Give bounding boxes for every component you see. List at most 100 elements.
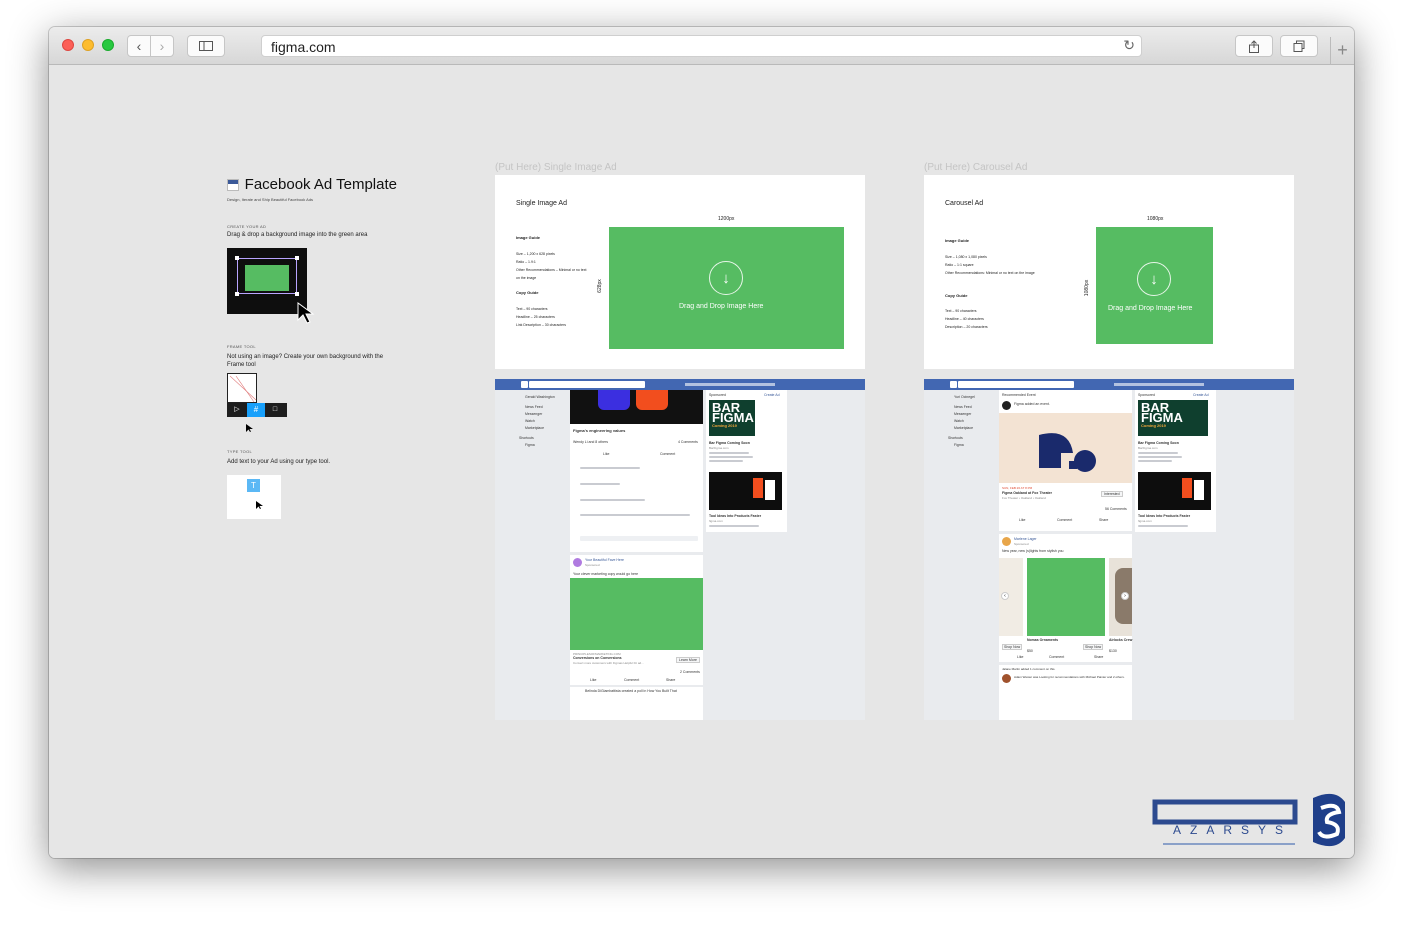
carousel-ad-title: Carousel Ad <box>945 200 984 207</box>
sidebar-item[interactable]: Watch <box>525 419 535 423</box>
move-tool-icon[interactable]: ▷ <box>227 403 247 417</box>
carousel-item-title[interactable]: Airlocks Crew <box>1109 638 1132 642</box>
shop-now-button[interactable]: Shop Now <box>1002 644 1023 650</box>
like-button[interactable]: Like <box>590 678 596 682</box>
share-button[interactable]: Share <box>1094 655 1103 659</box>
create-ad-link[interactable]: Create Ad <box>764 393 780 397</box>
back-button[interactable]: ‹ <box>127 35 151 57</box>
single-frame-label[interactable]: (Put Here) Single Image Ad <box>495 162 617 173</box>
sidebar-toggle-button[interactable] <box>187 35 225 57</box>
figma-canvas[interactable]: Facebook Ad Template Design, Iterate and… <box>49 66 1354 858</box>
carousel-drop-zone[interactable]: ↓ Drag and Drop Image Here <box>1096 227 1213 344</box>
shape-tool-icon[interactable]: □ <box>265 403 285 417</box>
address-bar[interactable]: figma.com ↻ <box>261 35 1142 57</box>
create-ad-link[interactable]: Create Ad <box>1193 393 1209 397</box>
single-copy-line: Link Description – 30 characters <box>516 323 566 327</box>
shop-now-button[interactable]: Shop Now <box>1083 644 1104 650</box>
post-comments-count[interactable]: 4 Comments <box>678 440 698 444</box>
sidebar-item[interactable]: Marketplace <box>525 426 544 430</box>
sidebar-item[interactable]: News Feed <box>954 405 972 409</box>
ad-page-name[interactable]: Marlene Lager <box>1014 537 1037 541</box>
carousel-prev-button[interactable]: ‹ <box>1001 592 1009 600</box>
forward-button[interactable]: › <box>150 35 174 57</box>
facebook-search-input[interactable] <box>958 381 1074 388</box>
carousel-next-button[interactable]: › <box>1121 592 1129 600</box>
tool-ad-domain: figma.com <box>1138 519 1152 523</box>
sidebar-item[interactable]: Gerald Washington <box>525 395 555 399</box>
ad-headline[interactable]: Conversions on Conversions <box>573 656 622 660</box>
like-button[interactable]: Like <box>1017 655 1023 659</box>
bar-figma-ad-image[interactable]: BAR FIGMA Coming 2019 <box>709 400 755 436</box>
share-icon <box>1249 39 1259 53</box>
single-ad-spec-card[interactable]: Single Image Ad 1200px 628px Image Guide… <box>495 175 865 369</box>
learn-more-button[interactable]: Learn More <box>676 657 700 663</box>
comment-button[interactable]: Comment <box>1049 655 1064 659</box>
figma-tool-ad-image[interactable] <box>709 472 782 510</box>
single-height-label: 628px <box>596 279 603 293</box>
tool-ad-title[interactable]: Tool Ideas Into Products Faster <box>1138 514 1190 518</box>
ad-image-placeholder[interactable] <box>570 578 703 650</box>
carousel-ad-spec-card[interactable]: Carousel Ad 1080px 1080px Image Guide Si… <box>924 175 1294 369</box>
bar-figma-ad-image[interactable]: BAR FIGMA Coming 2019 <box>1138 400 1208 436</box>
frame-tool-icon[interactable]: # <box>247 403 265 417</box>
carousel-height-label: 1080px <box>1084 279 1091 297</box>
sidebar-icon <box>199 41 213 51</box>
ad-page-name[interactable]: Your Beautiful Fave Here <box>585 558 624 562</box>
post-title[interactable]: Figma's engineering values <box>573 428 625 433</box>
event-comments-count[interactable]: 56 Comments <box>1105 507 1127 511</box>
single-drop-zone[interactable]: ↓ Drag and Drop Image Here <box>609 227 844 349</box>
bar-ad-title[interactable]: Bar Figma Coming Soon <box>709 441 750 445</box>
event-image[interactable] <box>999 413 1132 483</box>
like-button[interactable]: Like <box>603 452 609 456</box>
sidebar-item[interactable]: News Feed <box>525 405 543 409</box>
carousel-copy-title: Copy Guide <box>945 293 968 298</box>
reload-icon[interactable]: ↻ <box>1123 37 1135 54</box>
share-button[interactable] <box>1235 35 1273 57</box>
figma-tool-ad-image[interactable] <box>1138 472 1211 510</box>
cursor-icon <box>246 424 253 432</box>
sidebar-item[interactable]: Messenger <box>954 412 971 416</box>
event-title[interactable]: Figma Oakland at Fox Theater <box>1002 491 1052 495</box>
post-reactions[interactable]: Wendy Li and 8 others <box>573 440 608 444</box>
minimize-window-button[interactable] <box>82 39 94 51</box>
new-tab-button[interactable]: + <box>1330 37 1354 65</box>
cursor-icon <box>256 501 263 509</box>
bar-ad-title[interactable]: Bar Figma Coming Soon <box>1138 441 1179 445</box>
carousel-width-label: 1080px <box>1147 216 1164 222</box>
sidebar-item[interactable]: Figma <box>525 443 535 447</box>
event-added-text[interactable]: Figma added an event. <box>1014 402 1050 406</box>
ad-copy: New year, new (s)lights from stylish you <box>1002 549 1064 553</box>
ad-comments-count[interactable]: 2 Comments <box>680 670 700 674</box>
sidebar-item[interactable]: Figma <box>954 443 964 447</box>
carousel-guide-line: Other Recommendations: Minimal or no tex… <box>945 271 1035 275</box>
close-window-button[interactable] <box>62 39 74 51</box>
tabs-button[interactable] <box>1280 35 1318 57</box>
comment-button[interactable]: Comment <box>660 452 675 456</box>
ad-link-description: Convert more customers with Figmas Helpf… <box>573 661 644 665</box>
carousel-frame-label[interactable]: (Put Here) Carousel Ad <box>924 162 1027 173</box>
facebook-search-input[interactable] <box>529 381 645 388</box>
single-copy-line: Text – 90 characters <box>516 307 548 311</box>
share-button[interactable]: Share <box>1099 518 1108 522</box>
event-post: Recommended Event Figma added an event. … <box>999 390 1132 531</box>
single-guide-line: Size – 1,200 x 628 pixels <box>516 252 555 256</box>
comment-button[interactable]: Comment <box>624 678 639 682</box>
chevron-right-icon: › <box>159 38 165 54</box>
single-ad-title: Single Image Ad <box>516 200 567 207</box>
next-post-text: Belinda DiGiambattista created a poll in… <box>585 689 677 693</box>
next-post: Belinda DiGiambattista created a poll in… <box>570 687 703 720</box>
sidebar-item[interactable]: Watch <box>954 419 964 423</box>
sidebar-item[interactable]: Messenger <box>525 412 542 416</box>
like-button[interactable]: Like <box>1019 518 1025 522</box>
tool-ad-title[interactable]: Tool Ideas Into Products Faster <box>709 514 761 518</box>
sidebar-item[interactable]: Yuri Ocinegel <box>954 395 975 399</box>
sidebar-item[interactable]: Marketplace <box>954 426 973 430</box>
type-text: Add text to your Ad using our type tool. <box>227 459 331 465</box>
interested-button[interactable]: Interested <box>1101 491 1123 497</box>
share-button[interactable]: Share <box>666 678 675 682</box>
zoom-window-button[interactable] <box>102 39 114 51</box>
download-arrow-icon: ↓ <box>709 261 743 295</box>
comment-button[interactable]: Comment <box>1057 518 1072 522</box>
carousel-card-placeholder[interactable] <box>1027 558 1105 636</box>
carousel-item-title[interactable]: Nomas Ornaments <box>1027 638 1058 642</box>
